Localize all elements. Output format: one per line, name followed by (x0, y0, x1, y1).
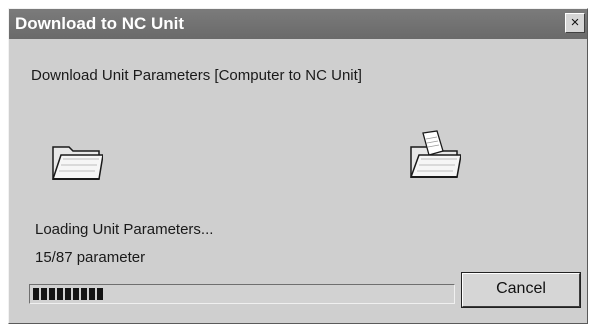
progress-count-text: 15/87 parameter (35, 249, 146, 266)
close-button[interactable]: × (565, 13, 585, 33)
status-text: Loading Unit Parameters... (35, 221, 214, 238)
progress-segment (65, 288, 71, 300)
operation-subtitle: Download Unit Parameters [Computer to NC… (31, 67, 362, 84)
progress-segment (89, 288, 95, 300)
cancel-button[interactable]: Cancel (461, 272, 581, 308)
progress-segment (81, 288, 87, 300)
progress-segment (49, 288, 55, 300)
progress-segment (41, 288, 47, 300)
window-title: Download to NC Unit (15, 14, 185, 33)
progress-segment (33, 288, 39, 300)
progress-segment (97, 288, 103, 300)
progress-segment (73, 288, 79, 300)
progress-fill (33, 288, 105, 300)
download-dialog: Download to NC Unit × Download Unit Para… (8, 8, 588, 324)
folder-with-document-icon (409, 130, 461, 178)
close-icon: × (570, 14, 580, 31)
open-folder-icon (51, 146, 103, 180)
progress-segment (57, 288, 63, 300)
progress-bar (29, 284, 455, 304)
title-bar[interactable]: Download to NC Unit × (9, 9, 587, 39)
